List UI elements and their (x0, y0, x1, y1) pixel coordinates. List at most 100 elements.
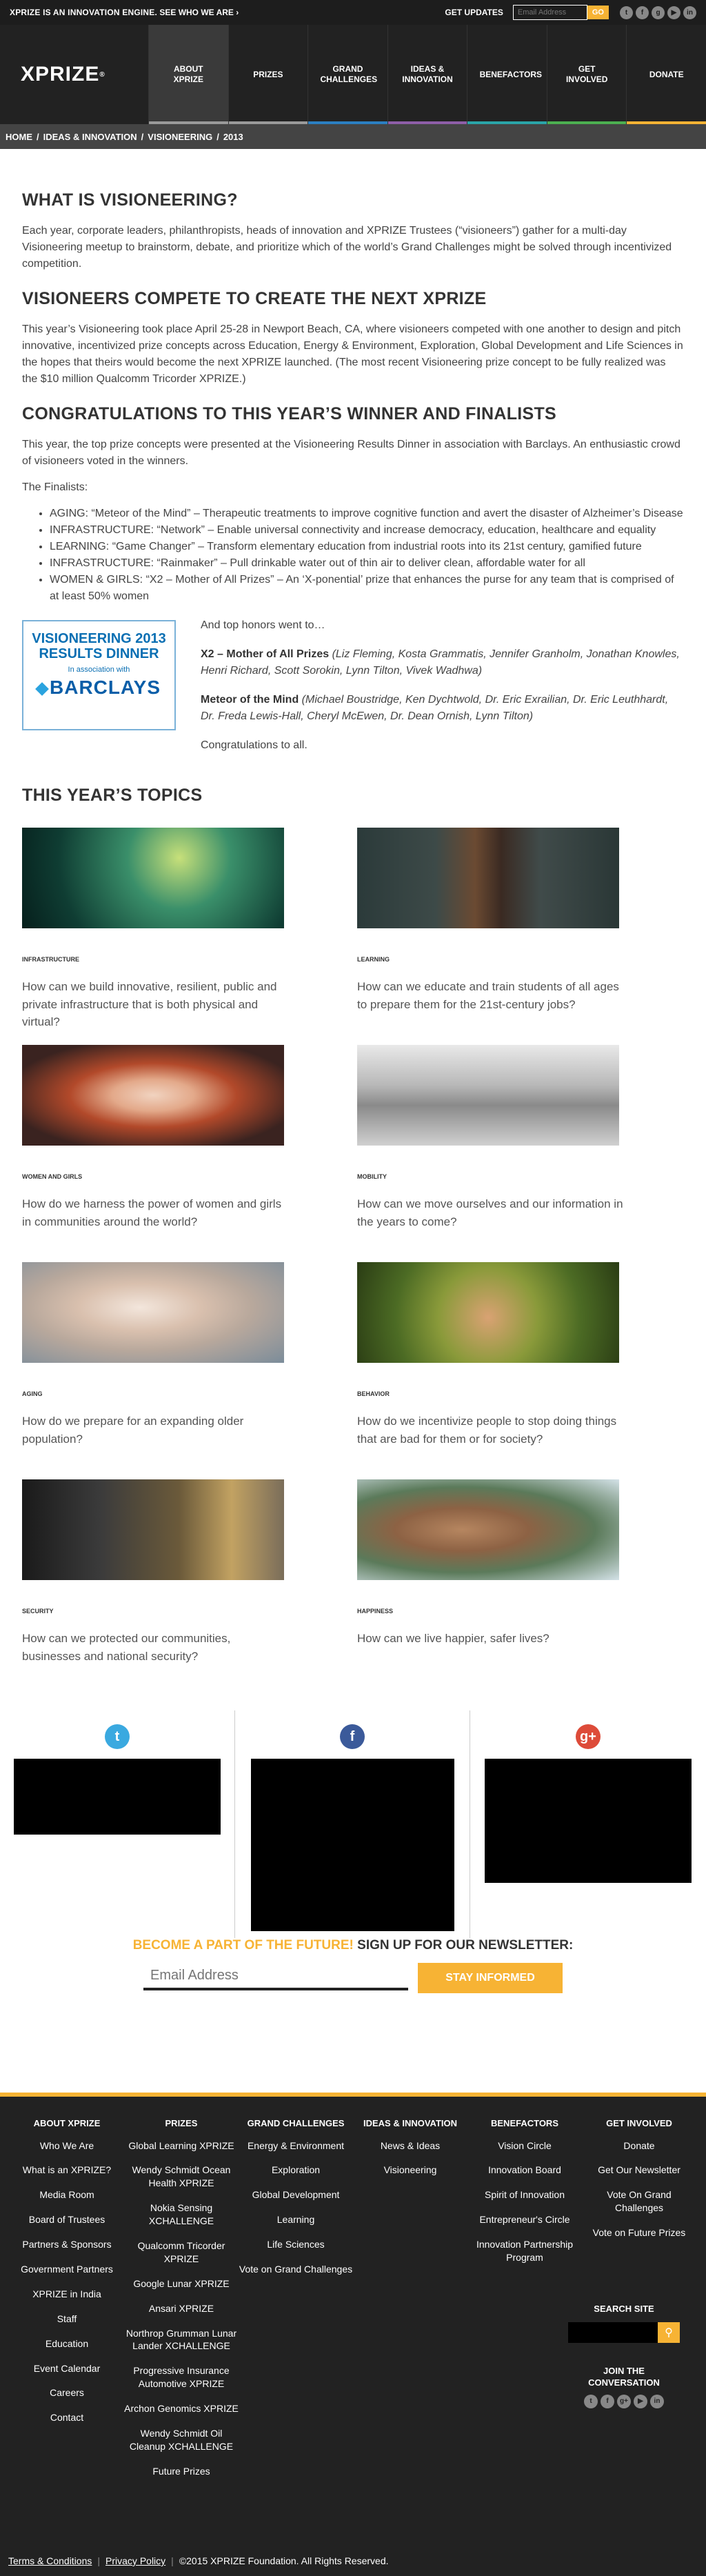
footer-link[interactable]: Event Calendar (10, 2362, 124, 2375)
footer-link[interactable]: Partners & Sponsors (10, 2238, 124, 2251)
see-who-we-are-link[interactable]: SEE WHO WE ARE › (159, 8, 239, 17)
footer-link[interactable]: Wendy Schmidt Oil Cleanup XCHALLENGE (124, 2427, 239, 2453)
meditation-hand-image[interactable] (357, 1262, 619, 1363)
footer-link[interactable]: Vote on Future Prizes (582, 2226, 696, 2239)
footer-link[interactable]: Google Lunar XPRIZE (124, 2277, 239, 2290)
facebook-feed[interactable] (250, 1759, 454, 1931)
nav-item-get-involved[interactable]: GET INVOLVED (546, 25, 627, 124)
section-body-compete: This year’s Visioneering took place Apri… (22, 323, 683, 385)
section-title-topics: THIS YEAR’S TOPICS (22, 786, 203, 805)
footer-link[interactable]: Learning (239, 2213, 353, 2226)
footer-link[interactable]: News & Ideas (353, 2139, 467, 2153)
footer-link[interactable]: Nokia Sensing XCHALLENGE (124, 2201, 239, 2228)
topic-card[interactable]: AGING How do we prepare for an expanding … (22, 1262, 357, 1479)
elderly-woman-image[interactable] (22, 1262, 284, 1363)
breadcrumb-item[interactable]: IDEAS & INNOVATION (43, 132, 137, 142)
search-icon[interactable]: ⚲ (658, 2322, 680, 2343)
footer-link[interactable]: Vote on Grand Challenges (239, 2263, 353, 2276)
nav-item-donate[interactable]: DONATE (626, 25, 706, 124)
google-plus-icon[interactable]: g (652, 6, 665, 19)
topic-card[interactable]: MOBILITY How can we move ourselves and ou… (357, 1045, 692, 1262)
twitter-icon[interactable]: t (105, 1724, 130, 1749)
footer-link[interactable]: Innovation Board (467, 2164, 582, 2177)
facebook-icon[interactable]: f (340, 1724, 365, 1749)
footer-link[interactable]: Contact (10, 2411, 124, 2424)
youtube-icon[interactable]: ▶ (634, 2394, 647, 2408)
footer-link[interactable]: Global Learning XPRIZE (124, 2139, 239, 2153)
child-chalkboard-image[interactable] (357, 828, 619, 928)
circuit-board-image[interactable] (22, 828, 284, 928)
linkedin-icon[interactable]: in (650, 2394, 664, 2408)
breadcrumb-item[interactable]: VISIONEERING (148, 132, 212, 142)
topic-card[interactable]: HAPPINESS How can we live happier, safer … (357, 1479, 692, 1697)
breadcrumb-item[interactable]: 2013 (223, 132, 243, 142)
updates-area: GET UPDATES GO t f g ▶ in (445, 5, 696, 20)
youtube-icon[interactable]: ▶ (667, 6, 680, 19)
footer-link[interactable]: Who We Are (10, 2139, 124, 2153)
footer-search: SEARCH SITE ⚲ (567, 2304, 681, 2343)
footer-link[interactable]: Visioneering (353, 2164, 467, 2177)
footer-link[interactable]: Careers (10, 2386, 124, 2399)
breadcrumb-item[interactable]: HOME (6, 132, 32, 142)
footer-link[interactable]: Ansari XPRIZE (124, 2302, 239, 2315)
footer-link[interactable]: Wendy Schmidt Ocean Health XPRIZE (124, 2164, 239, 2190)
nav-item-label: GRAND CHALLENGES (320, 64, 378, 84)
footer-link[interactable]: XPRIZE in India (10, 2288, 124, 2301)
footer-link[interactable]: Life Sciences (239, 2238, 353, 2251)
footer-link[interactable]: Archon Genomics XPRIZE (124, 2402, 239, 2415)
footer-link[interactable]: Donate (582, 2139, 696, 2153)
footer-link[interactable]: Progressive Insurance Automotive XPRIZE (124, 2364, 239, 2390)
nav-item-prizes[interactable]: PRIZES (228, 25, 308, 124)
twitter-icon[interactable]: t (620, 6, 633, 19)
footer-link[interactable]: Board of Trustees (10, 2213, 124, 2226)
twitter-icon[interactable]: t (584, 2394, 598, 2408)
nav-item-grand-challenges[interactable]: GRAND CHALLENGES (307, 25, 387, 124)
footer-link[interactable]: Vision Circle (467, 2139, 582, 2153)
footer-link[interactable]: Education (10, 2337, 124, 2350)
nav-item-benefactors[interactable]: BENEFACTORS (467, 25, 547, 124)
footer-link[interactable]: Future Prizes (124, 2465, 239, 2478)
google-plus-icon[interactable]: g+ (576, 1724, 601, 1749)
footer-link[interactable]: Global Development (239, 2188, 353, 2201)
footer-link[interactable]: Staff (10, 2313, 124, 2326)
updates-go-button[interactable]: GO (587, 6, 609, 19)
footer-link[interactable]: Innovation Partnership Program (467, 2238, 582, 2264)
footer-link[interactable]: Media Room (10, 2188, 124, 2201)
google-plus-icon[interactable]: g+ (617, 2394, 631, 2408)
footer-link[interactable]: Northrop Grumman Lunar Lander XCHALLENGE (124, 2327, 239, 2353)
woman-portrait-image[interactable] (22, 1045, 284, 1146)
facebook-icon[interactable]: f (601, 2394, 614, 2408)
topic-card[interactable]: LEARNING How can we educate and train stu… (357, 828, 692, 1045)
footer-search-input[interactable] (568, 2322, 658, 2343)
xprize-logo[interactable]: XPRIZE ® (0, 25, 148, 124)
footer-link[interactable]: Spirit of Innovation (467, 2188, 582, 2201)
footer-link[interactable]: Energy & Environment (239, 2139, 353, 2153)
stay-informed-button[interactable]: STAY INFORMED (418, 1963, 563, 1993)
nav-item-about-xprize[interactable]: ABOUT XPRIZE (148, 25, 228, 124)
topic-card[interactable]: SECURITY How can we protected our communi… (22, 1479, 357, 1697)
twitter-feed[interactable] (14, 1759, 221, 1835)
facebook-icon[interactable]: f (636, 6, 649, 19)
nav-item-ideas-innovation[interactable]: IDEAS & INNOVATION (387, 25, 467, 124)
footer-link[interactable]: Exploration (239, 2164, 353, 2177)
honors-intro: And top honors went to… (201, 619, 325, 631)
footer-link[interactable]: Qualcomm Tricorder XPRIZE (124, 2239, 239, 2266)
terms-link[interactable]: Terms & Conditions (8, 2555, 92, 2566)
updates-email-input[interactable] (512, 5, 587, 20)
footer-link[interactable]: Government Partners (10, 2263, 124, 2276)
google-plus-feed[interactable] (485, 1759, 692, 1883)
footer-link[interactable]: Vote On Grand Challenges (582, 2188, 696, 2215)
footer-link[interactable]: Entrepreneur's Circle (467, 2213, 582, 2226)
topic-card[interactable]: WOMEN AND GIRLS How do we harness the pow… (22, 1045, 357, 1262)
security-officer-image[interactable] (22, 1479, 284, 1580)
nav-items: ABOUT XPRIZE PRIZES GRAND CHALLENGES IDEAS … (148, 25, 706, 124)
topic-card[interactable]: INFRASTRUCTURE How can we build innovativ… (22, 828, 357, 1045)
smiling-man-image[interactable] (357, 1479, 619, 1580)
footer-link[interactable]: Get Our Newsletter (582, 2164, 696, 2177)
linkedin-icon[interactable]: in (683, 6, 696, 19)
newsletter-email-input[interactable] (143, 1963, 408, 1990)
privacy-link[interactable]: Privacy Policy (105, 2555, 165, 2566)
footer-link[interactable]: What is an XPRIZE? (10, 2164, 124, 2177)
airport-security-image[interactable] (357, 1045, 619, 1146)
topic-card[interactable]: BEHAVIOR How do we incentivize people to … (357, 1262, 692, 1479)
